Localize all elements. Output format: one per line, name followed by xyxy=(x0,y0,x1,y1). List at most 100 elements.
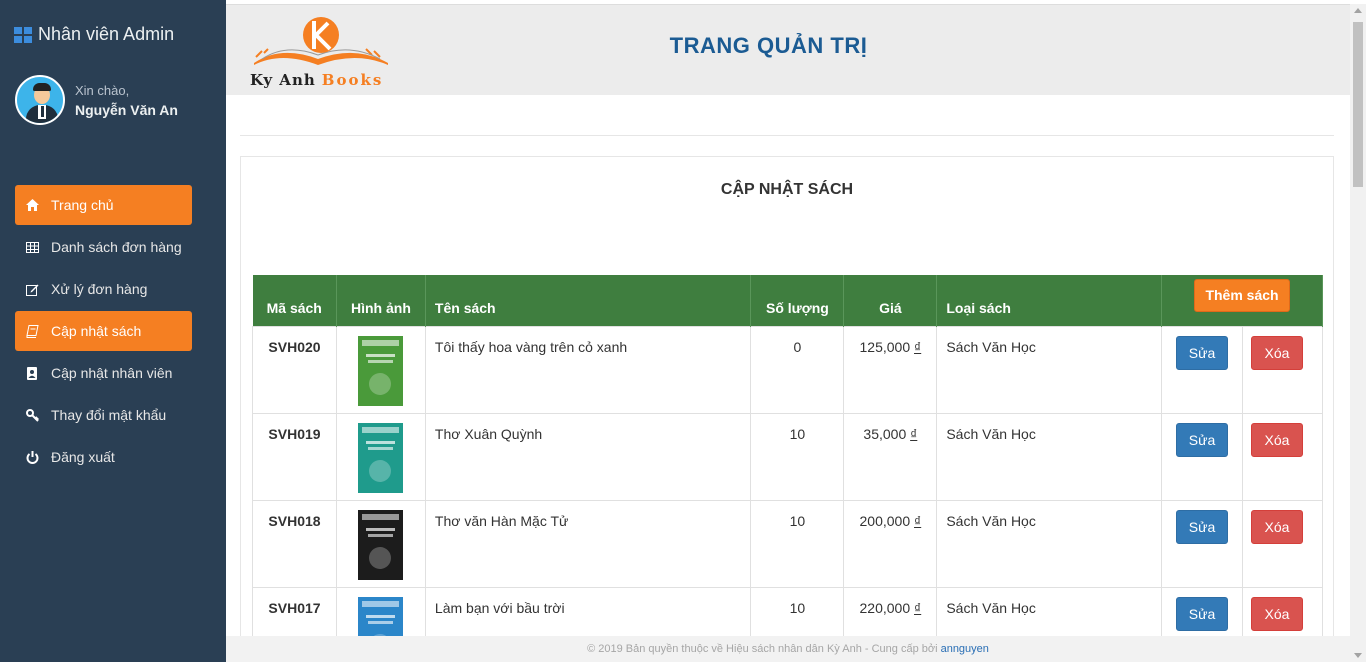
footer: © 2019 Bản quyền thuộc về Hiệu sách nhân… xyxy=(226,636,1350,662)
book-category: Sách Văn Học xyxy=(936,499,1163,588)
delete-cell: Xóa xyxy=(1242,325,1323,414)
sidebar-item-home[interactable]: Trang chủ xyxy=(15,185,192,225)
profile: Xin chào, Nguyễn Văn An xyxy=(15,75,178,125)
book-name: Tôi thấy hoa vàng trên cỏ xanh xyxy=(424,325,752,414)
book-cover-cell xyxy=(335,412,426,501)
book-code: SVH020 xyxy=(252,325,337,414)
scroll-down-arrow-icon[interactable] xyxy=(1354,653,1362,658)
sidebar-item-label: Đăng xuất xyxy=(51,449,115,465)
logo-text: Ky Anh xyxy=(250,71,316,89)
brand-title: Nhân viên Admin xyxy=(38,24,175,44)
scroll-thumb[interactable] xyxy=(1353,22,1363,187)
edit-book-button[interactable]: Sửa xyxy=(1176,335,1229,370)
column-header: Số lượng xyxy=(750,275,845,326)
column-header: Hình ảnh xyxy=(336,275,426,326)
book-quantity: 10 xyxy=(750,412,845,501)
book-quantity: 10 xyxy=(750,499,845,588)
logo-accent-text: Books xyxy=(321,71,384,89)
book-price: 220,000 xyxy=(859,599,911,616)
header: Ky Anh Books TRANG QUẢN TRỊ xyxy=(226,5,1350,95)
edit-cell: Sửa xyxy=(1161,499,1243,588)
delete-book-button[interactable]: Xóa xyxy=(1251,422,1303,457)
books-panel: CẬP NHẬT SÁCH Mã sách Hình ảnh Tên sách … xyxy=(240,156,1334,662)
table-row: SVH019 Thơ Xuân Quỳnh 10 35,000 ₫ Sách Văn H… xyxy=(252,412,1323,501)
column-header: Tên sách xyxy=(425,275,752,326)
sidebar-item-label: Thay đổi mật khẩu xyxy=(51,407,167,423)
book-price-cell: 125,000 ₫ xyxy=(843,325,938,414)
book-cover-cell xyxy=(335,325,426,414)
sidebar-item-process-orders[interactable]: Xử lý đơn hàng xyxy=(15,269,192,309)
add-book-button[interactable]: Thêm sách xyxy=(1194,279,1291,313)
home-icon xyxy=(25,198,39,212)
edit-cell: Sửa xyxy=(1161,325,1243,414)
avatar xyxy=(15,75,65,125)
panel-title: CẬP NHẬT SÁCH xyxy=(720,181,854,198)
key-icon xyxy=(25,408,39,422)
username: Nguyễn Văn An xyxy=(75,101,178,118)
edit-book-button[interactable]: Sửa xyxy=(1176,596,1229,631)
sidebar-item-logout[interactable]: Đăng xuất xyxy=(15,437,192,477)
table-header-row: Mã sách Hình ảnh Tên sách Số lượng Giá L… xyxy=(252,275,1323,326)
brand[interactable]: Nhân viên Admin xyxy=(14,24,174,45)
book-cover-cell xyxy=(335,499,426,588)
book-cover-image xyxy=(358,509,404,580)
book-price: 35,000 xyxy=(863,425,907,442)
column-header: Loại sách xyxy=(936,275,1163,326)
footer-text: © 2019 Bản quyền thuộc về Hiệu sách nhân… xyxy=(587,643,941,655)
footer-author-link[interactable]: annguyen xyxy=(941,643,989,655)
table-icon xyxy=(25,240,39,254)
book-price: 125,000 xyxy=(859,338,911,355)
page-title: TRANG QUẢN TRỊ xyxy=(669,33,868,58)
edit-cell: Sửa xyxy=(1161,412,1243,501)
sidebar-item-label: Trang chủ xyxy=(51,197,114,213)
table-row: SVH018 Thơ văn Hàn Mặc Tử 10 200,000 ₫ Sách … xyxy=(252,499,1323,588)
book-price-cell: 35,000 ₫ xyxy=(843,412,938,501)
delete-cell: Xóa xyxy=(1242,499,1323,588)
book-quantity: 0 xyxy=(750,325,845,414)
vertical-scrollbar[interactable] xyxy=(1350,4,1366,662)
book-code: SVH018 xyxy=(252,499,337,588)
book-name: Thơ văn Hàn Mặc Tử xyxy=(424,499,752,588)
divider xyxy=(240,135,1334,136)
book-price: 200,000 xyxy=(859,512,911,529)
column-header: Giá xyxy=(843,275,938,326)
currency-symbol: ₫ xyxy=(914,599,922,616)
currency-symbol: ₫ xyxy=(914,338,922,355)
books-table: Mã sách Hình ảnh Tên sách Số lượng Giá L… xyxy=(252,275,1323,662)
delete-book-button[interactable]: Xóa xyxy=(1251,335,1303,370)
delete-book-button[interactable]: Xóa xyxy=(1251,596,1303,631)
add-book-header-cell: Thêm sách xyxy=(1161,275,1323,326)
sidebar-item-label: Cập nhật nhân viên xyxy=(51,365,173,381)
book-cover-image xyxy=(358,422,404,493)
sidebar-menu: Trang chủ Danh sách đơn hàng Xử lý đơn h… xyxy=(15,185,192,479)
delete-book-button[interactable]: Xóa xyxy=(1251,509,1303,544)
contact-book-icon xyxy=(25,366,39,380)
table-row: SVH020 Tôi thấy hoa vàng trên cỏ xanh 0 125… xyxy=(252,325,1323,414)
edit-book-button[interactable]: Sửa xyxy=(1176,509,1229,544)
power-icon xyxy=(25,450,39,464)
main-content: Ky Anh Books TRANG QUẢN TRỊ CẬP NHẬT SÁCH… xyxy=(226,4,1350,662)
sidebar-item-change-password[interactable]: Thay đổi mật khẩu xyxy=(15,395,192,435)
book-cover-image xyxy=(358,335,404,406)
book-name: Thơ Xuân Quỳnh xyxy=(424,412,752,501)
sidebar-item-orders[interactable]: Danh sách đơn hàng xyxy=(15,227,192,267)
book-code: SVH019 xyxy=(252,412,337,501)
scroll-up-arrow-icon[interactable] xyxy=(1354,8,1362,13)
column-header: Mã sách xyxy=(252,275,337,326)
sidebar-item-label: Danh sách đơn hàng xyxy=(51,239,182,255)
sidebar-item-label: Xử lý đơn hàng xyxy=(51,281,148,297)
currency-symbol: ₫ xyxy=(914,512,922,529)
sidebar-item-update-staff[interactable]: Cập nhật nhân viên xyxy=(15,353,192,393)
book-category: Sách Văn Học xyxy=(936,325,1163,414)
sidebar-item-update-books[interactable]: Cập nhật sách xyxy=(15,311,192,351)
edit-book-button[interactable]: Sửa xyxy=(1176,422,1229,457)
book-price-cell: 200,000 ₫ xyxy=(843,499,938,588)
sidebar: Nhân viên Admin Xin chào, Nguyễn Văn An … xyxy=(0,0,226,662)
greeting: Xin chào, xyxy=(75,82,130,98)
currency-symbol: ₫ xyxy=(910,425,918,442)
delete-cell: Xóa xyxy=(1242,412,1323,501)
book-icon xyxy=(25,324,39,338)
sidebar-item-label: Cập nhật sách xyxy=(51,323,142,339)
edit-icon xyxy=(25,282,39,296)
grid-icon xyxy=(14,26,32,43)
